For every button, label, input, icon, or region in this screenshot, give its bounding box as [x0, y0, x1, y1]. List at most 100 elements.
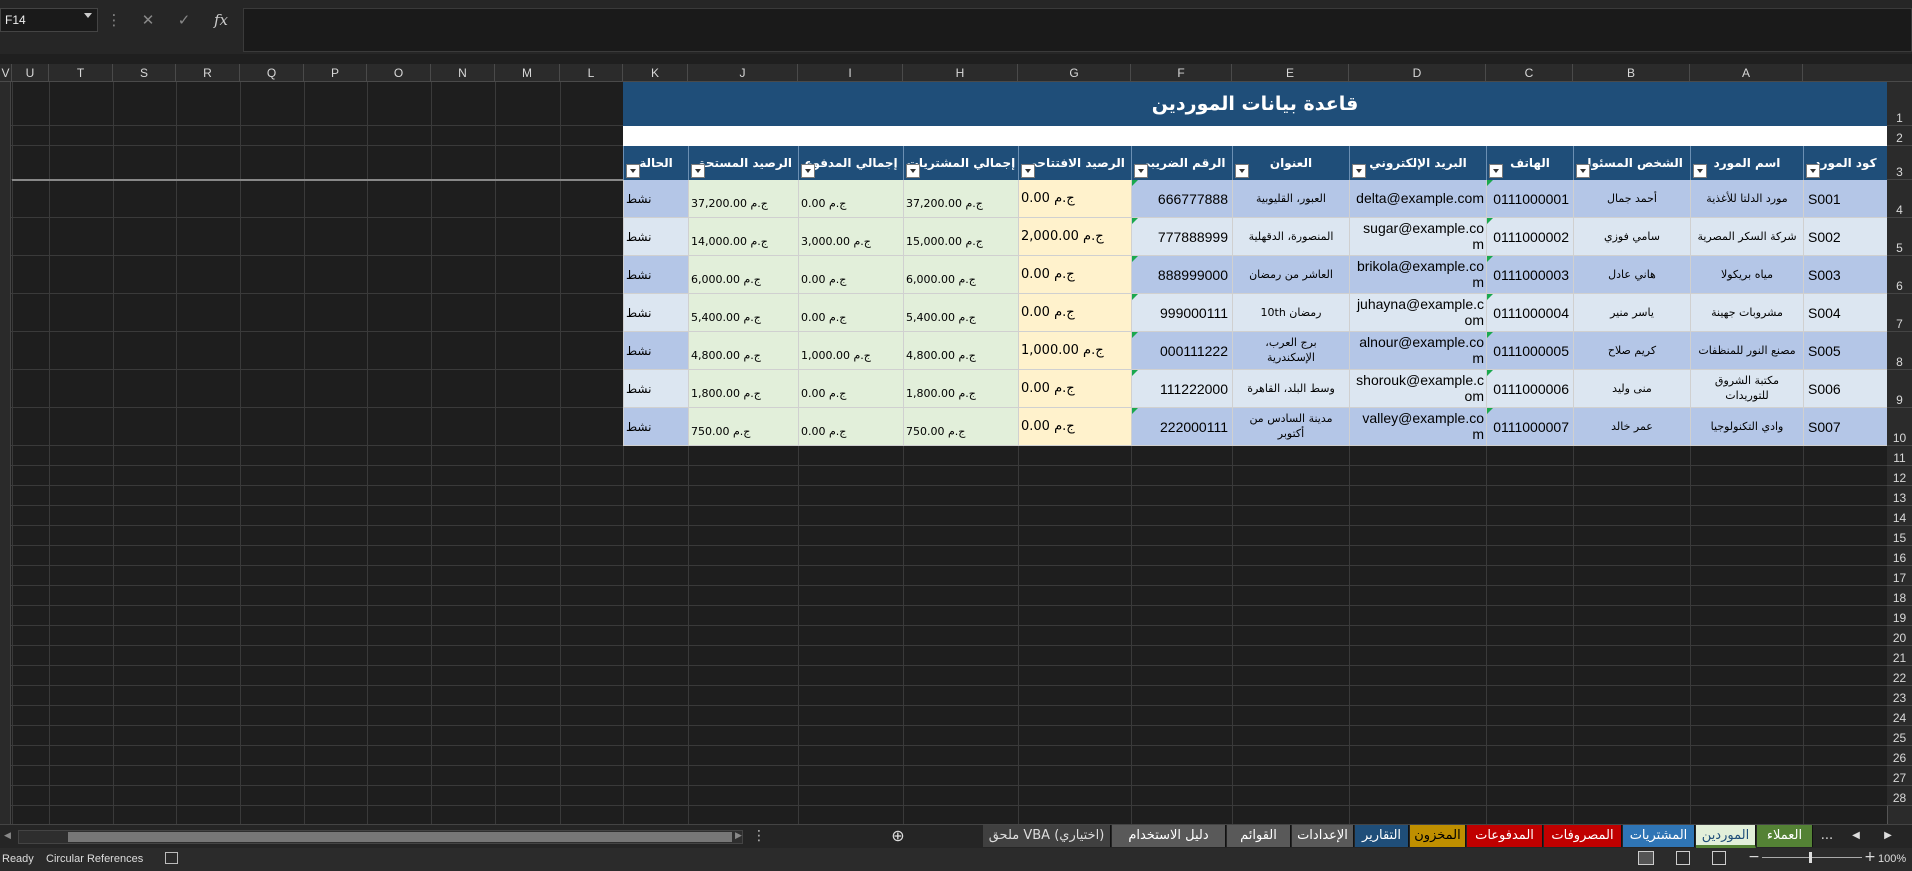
row-header-17[interactable]: 17 [1887, 566, 1912, 586]
column-header-j[interactable]: J [688, 64, 798, 82]
column-header-i[interactable]: I [798, 64, 903, 82]
cell-status[interactable]: نشط [623, 218, 688, 256]
cell-tax[interactable]: 888999000 [1131, 256, 1232, 294]
column-header-b[interactable]: B [1573, 64, 1690, 82]
macro-record-icon[interactable] [165, 852, 178, 864]
column-header-q[interactable]: Q [240, 64, 304, 82]
cell-contact[interactable]: منى وليد [1573, 370, 1690, 408]
tab-sheet[interactable]: الإعدادات [1292, 825, 1354, 847]
cell-contact[interactable]: كريم صلاح [1573, 332, 1690, 370]
cell-purchases[interactable]: ج.م 750.00 [903, 408, 1018, 446]
row-header-21[interactable]: 21 [1887, 646, 1912, 666]
row-header-18[interactable]: 18 [1887, 586, 1912, 606]
cell-name[interactable]: مياه بريكولا [1690, 256, 1803, 294]
cell-paid[interactable]: ج.م 0.00 [798, 370, 903, 408]
cell-phone[interactable]: 0111000006 [1486, 370, 1573, 408]
filter-dropdown-icon[interactable] [801, 164, 815, 178]
cell-phone[interactable]: 0111000002 [1486, 218, 1573, 256]
more-tabs-icon[interactable]: ... [1817, 825, 1837, 847]
zoom-out-icon[interactable]: − [1748, 849, 1760, 865]
cell-paid[interactable]: ج.م 0.00 [798, 408, 903, 446]
cell-phone[interactable]: 0111000003 [1486, 256, 1573, 294]
enter-icon[interactable]: ✓ [172, 8, 196, 32]
row-header-14[interactable]: 14 [1887, 506, 1912, 526]
filter-dropdown-icon[interactable] [1806, 164, 1820, 178]
cell-code[interactable]: S003 [1803, 256, 1887, 294]
filter-dropdown-icon[interactable] [1352, 164, 1366, 178]
cell-purchases[interactable]: ج.م 1,800.00 [903, 370, 1018, 408]
cell-purchases[interactable]: ج.م 37,200.00 [903, 180, 1018, 218]
cell-address[interactable]: العاشر من رمضان [1232, 256, 1349, 294]
cell-address[interactable]: برج العرب، الإسكندرية [1232, 332, 1349, 370]
cell-code[interactable]: S002 [1803, 218, 1887, 256]
cell-tax[interactable]: 999000111 [1131, 294, 1232, 332]
cell-email[interactable]: alnour@example.co m [1349, 332, 1486, 370]
scrollbar-thumb[interactable] [68, 832, 732, 842]
cell-code[interactable]: S004 [1803, 294, 1887, 332]
cell-purchases[interactable]: ج.م 15,000.00 [903, 218, 1018, 256]
cell-name[interactable]: مورد الدلتا للأغذية [1690, 180, 1803, 218]
row-header-22[interactable]: 22 [1887, 666, 1912, 686]
column-header-m[interactable]: M [495, 64, 560, 82]
filter-dropdown-icon[interactable] [1693, 164, 1707, 178]
cell-status[interactable]: نشط [623, 408, 688, 446]
cell-opening[interactable]: ج.م 0.00 [1018, 256, 1131, 294]
tab-prev-icon[interactable]: ◀ [1848, 825, 1864, 847]
column-header-h[interactable]: H [903, 64, 1018, 82]
tab-sheet[interactable]: المدفوعات [1467, 825, 1543, 847]
cell-address[interactable]: مدينة السادس من أكتوبر [1232, 408, 1349, 446]
cell-contact[interactable]: عمر خالد [1573, 408, 1690, 446]
cell-email[interactable]: delta@example.com [1349, 180, 1486, 218]
cell-purchases[interactable]: ج.م 4,800.00 [903, 332, 1018, 370]
scroll-right-icon[interactable]: ▶ [735, 829, 745, 843]
cell-opening[interactable]: ج.م 0.00 [1018, 294, 1131, 332]
zoom-slider-handle[interactable] [1809, 852, 1812, 863]
column-header-r[interactable]: R [176, 64, 240, 82]
cell-name[interactable]: شركة السكر المصرية [1690, 218, 1803, 256]
cell-status[interactable]: نشط [623, 370, 688, 408]
cell-opening[interactable]: ج.م 0.00 [1018, 408, 1131, 446]
cell-due[interactable]: ج.م 750.00 [688, 408, 798, 446]
tab-sheet[interactable]: التقارير [1355, 825, 1409, 847]
cell-due[interactable]: ج.م 1,800.00 [688, 370, 798, 408]
filter-dropdown-icon[interactable] [626, 164, 640, 178]
tab-sheet[interactable]: العملاء [1757, 825, 1813, 847]
row-header-1[interactable]: 1 [1887, 82, 1912, 126]
cell-due[interactable]: ج.م 4,800.00 [688, 332, 798, 370]
status-circular-references[interactable]: Circular References [46, 853, 143, 865]
column-header-o[interactable]: O [367, 64, 431, 82]
cell-email[interactable]: valley@example.co m [1349, 408, 1486, 446]
cell-status[interactable]: نشط [623, 256, 688, 294]
column-header-l[interactable]: L [560, 64, 623, 82]
filter-dropdown-icon[interactable] [1134, 164, 1148, 178]
tab-sheet[interactable]: ملحق VBA (اختياري) [983, 825, 1111, 847]
chevron-down-icon[interactable] [84, 13, 92, 18]
cell-due[interactable]: ج.م 6,000.00 [688, 256, 798, 294]
filter-dropdown-icon[interactable] [1235, 164, 1249, 178]
tab-sheet[interactable]: دليل الاستخدام [1112, 825, 1226, 847]
row-header-4[interactable]: 4 [1887, 180, 1912, 218]
cell-address[interactable]: وسط البلد، القاهرة [1232, 370, 1349, 408]
tab-sheet[interactable]: المشتريات [1623, 825, 1695, 847]
cell-paid[interactable]: ج.م 3,000.00 [798, 218, 903, 256]
cell-tax[interactable]: 000111222 [1131, 332, 1232, 370]
column-header-u[interactable]: U [12, 64, 49, 82]
cell-email[interactable]: juhayna@example.c om [1349, 294, 1486, 332]
cell-opening[interactable]: ج.م 2,000.00 [1018, 218, 1131, 256]
cell-due[interactable]: ج.م 5,400.00 [688, 294, 798, 332]
cell-name[interactable]: مصنع النور للمنظفات [1690, 332, 1803, 370]
cell-status[interactable]: نشط [623, 180, 688, 218]
cell-code[interactable]: S001 [1803, 180, 1887, 218]
cell-phone[interactable]: 0111000005 [1486, 332, 1573, 370]
filter-dropdown-icon[interactable] [906, 164, 920, 178]
add-sheet-icon[interactable]: ⊕ [887, 825, 909, 847]
row-header-23[interactable]: 23 [1887, 686, 1912, 706]
row-header-12[interactable]: 12 [1887, 466, 1912, 486]
scroll-left-icon[interactable]: ◀ [4, 829, 16, 843]
row-header-5[interactable]: 5 [1887, 218, 1912, 256]
row-header-8[interactable]: 8 [1887, 332, 1912, 370]
row-header-27[interactable]: 27 [1887, 766, 1912, 786]
column-header-s[interactable]: S [113, 64, 176, 82]
tab-sheet[interactable]: الموردين [1696, 825, 1756, 848]
cell-opening[interactable]: ج.م 0.00 [1018, 180, 1131, 218]
